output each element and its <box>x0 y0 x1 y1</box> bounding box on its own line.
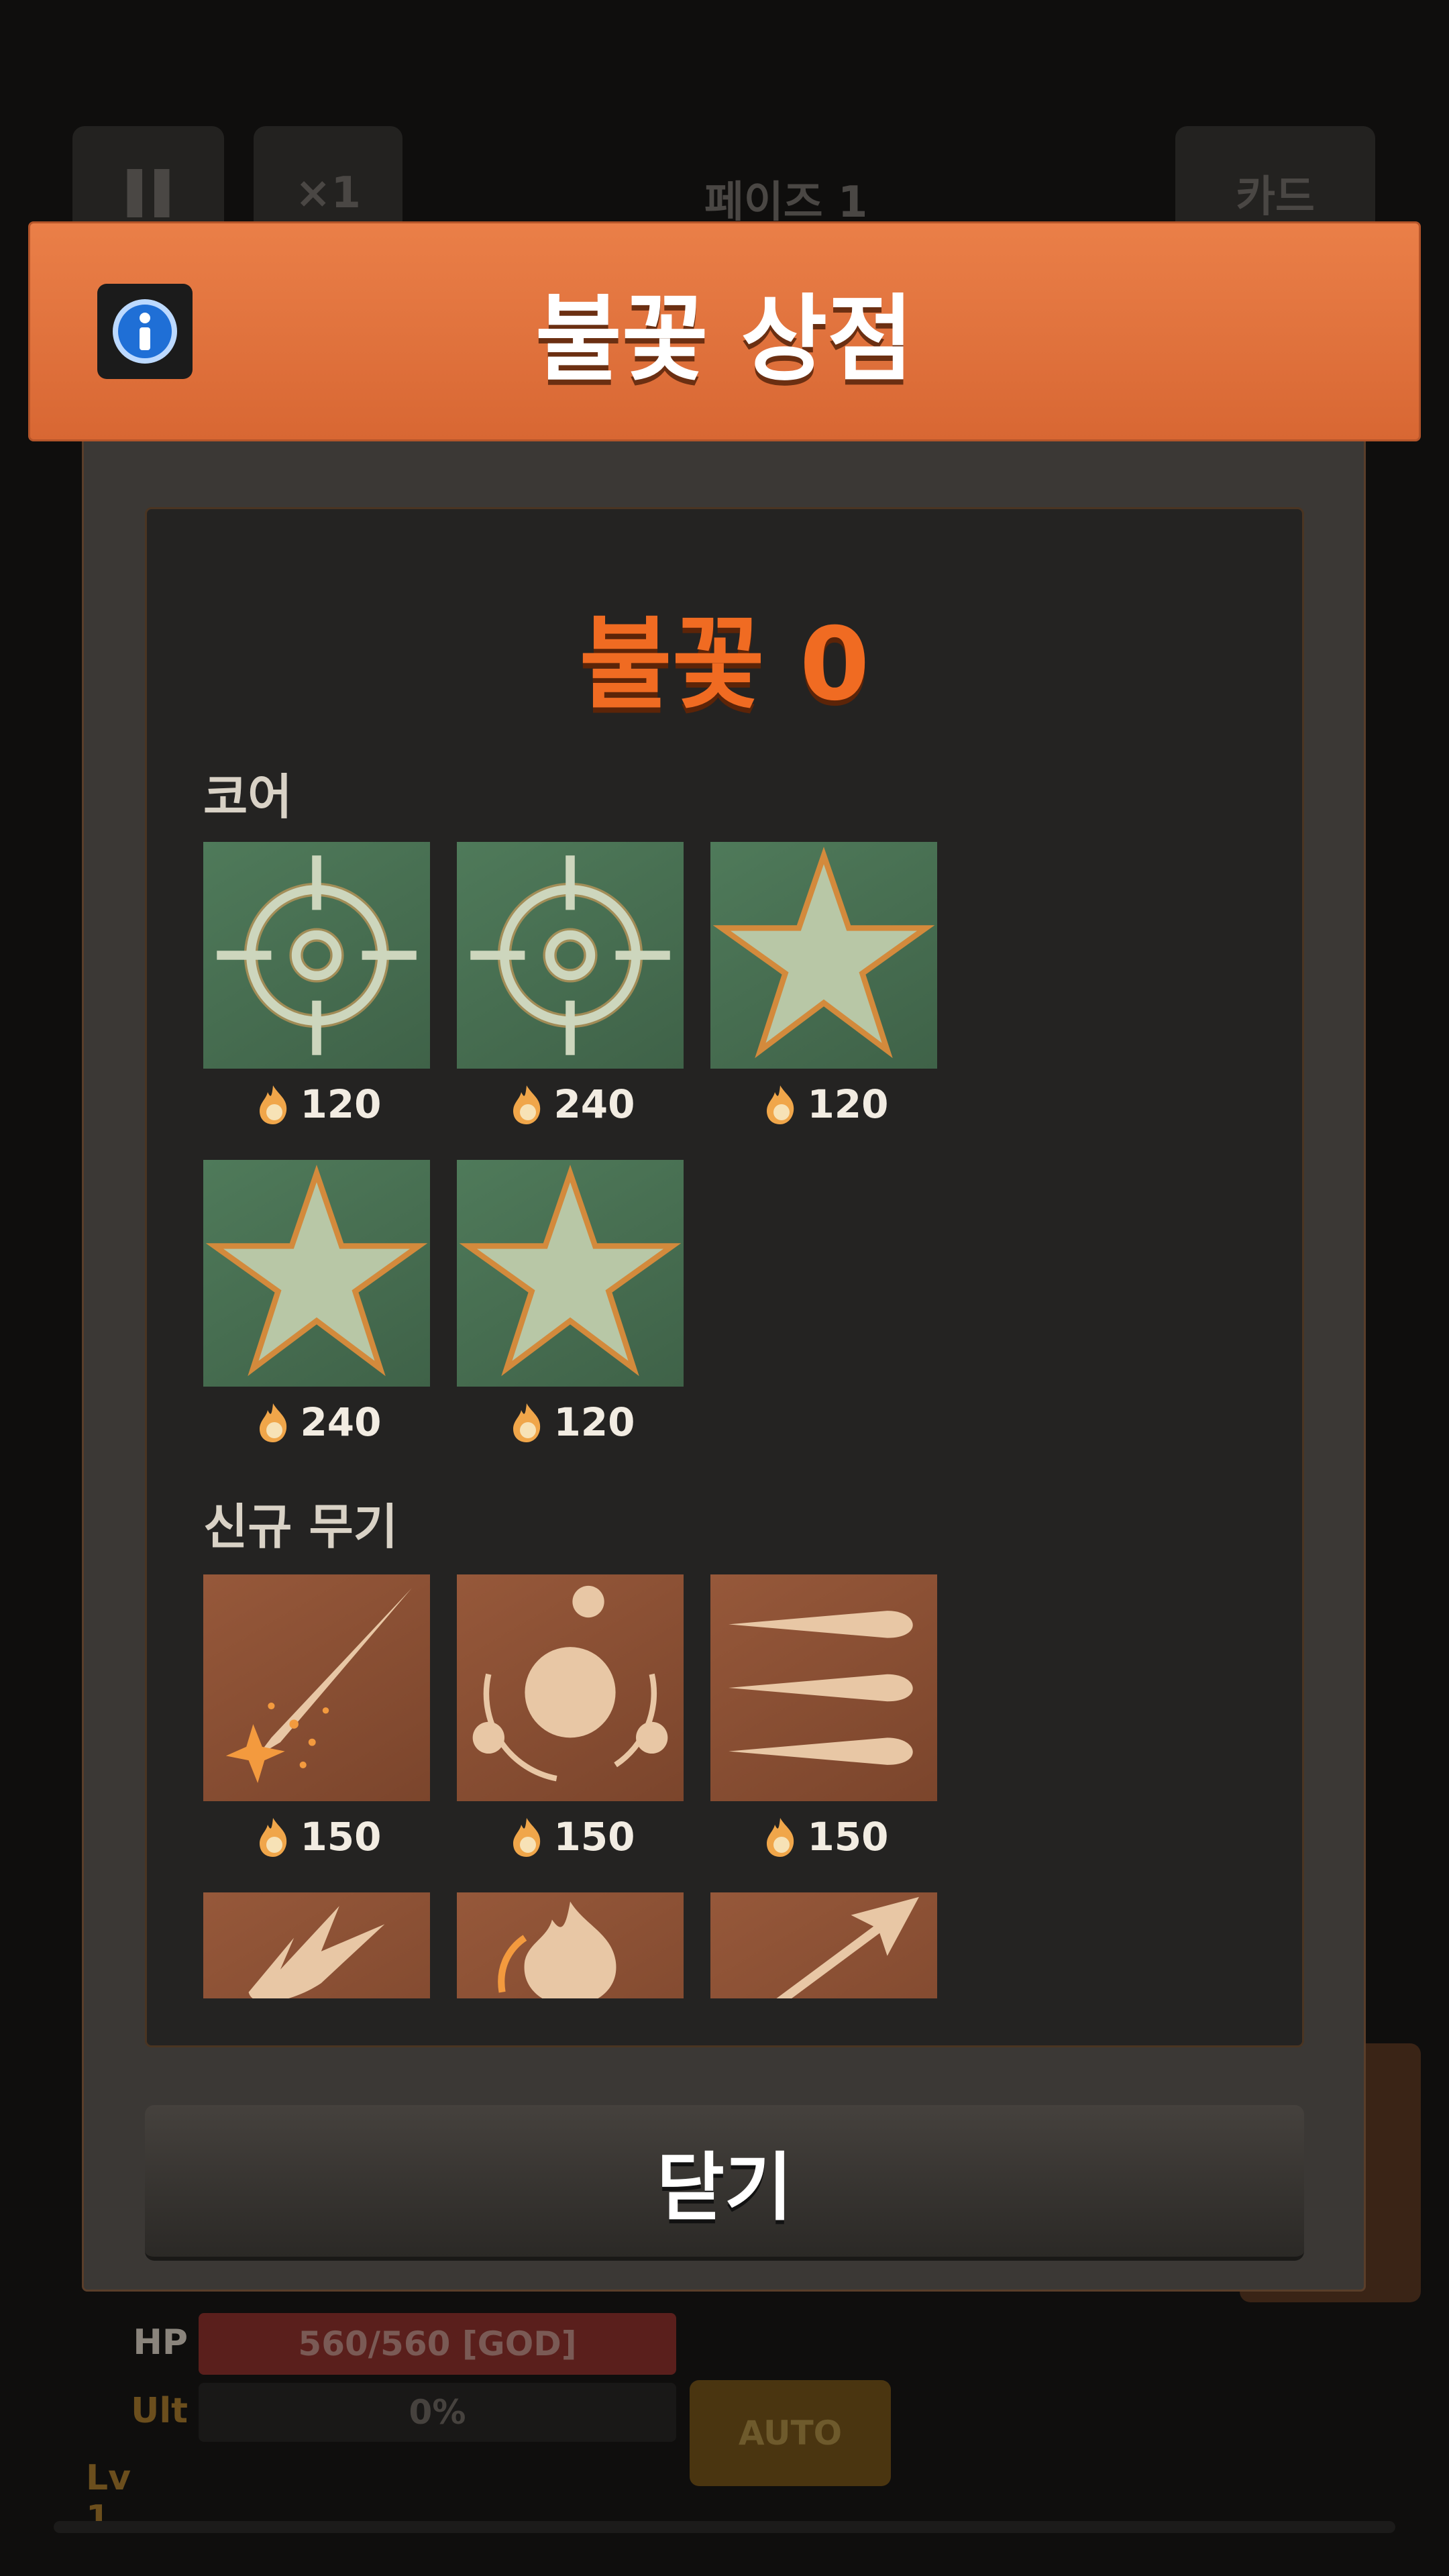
item-price: 240 <box>203 1399 430 1446</box>
currency-display: 불꽃 0 <box>147 583 1302 729</box>
shop-item[interactable]: 120 <box>203 842 430 1128</box>
item-tile <box>457 842 684 1069</box>
shop-item[interactable]: 150 <box>203 1574 430 1860</box>
item-tile <box>457 1574 684 1801</box>
item-price-value: 240 <box>300 1399 382 1445</box>
item-tile <box>710 1574 937 1801</box>
section-title-core: 코어 <box>203 769 292 825</box>
item-price: 150 <box>457 1813 684 1860</box>
item-tile <box>457 1160 684 1387</box>
item-price: 120 <box>203 1081 430 1128</box>
currency-label: 불꽃 <box>579 606 765 723</box>
section-title-new-weapons: 신규 무기 <box>203 1499 398 1555</box>
item-tile <box>203 842 430 1069</box>
item-price: 150 <box>203 1813 430 1860</box>
flame-currency-icon <box>513 1403 541 1442</box>
shop-item[interactable]: 240 <box>203 1160 430 1446</box>
item-price-value: 120 <box>807 1081 889 1127</box>
phase-label: 페이즈 1 <box>704 178 868 227</box>
crosshair-icon <box>470 855 670 1055</box>
ult-bar: 0% <box>199 2383 676 2442</box>
hp-label: HP <box>133 2322 188 2363</box>
flame-currency-icon <box>767 1085 794 1124</box>
currency-value: 0 <box>799 606 870 723</box>
speed-label: ×1 <box>294 168 362 218</box>
item-tile <box>203 1160 430 1387</box>
flame-currency-icon <box>767 1818 794 1857</box>
flame-currency-icon <box>260 1818 287 1857</box>
modal-title: 불꽃 상점 <box>535 285 914 394</box>
bottom-bar <box>54 2521 1395 2533</box>
shop-item[interactable]: 150 <box>457 1574 684 1860</box>
close-button[interactable]: 닫기 <box>145 2105 1304 2261</box>
triple-projectile-icon <box>729 1611 913 1765</box>
hp-bar: 560/560 [GOD] <box>199 2313 676 2375</box>
item-tile <box>710 842 937 1069</box>
star-icon <box>712 847 935 1059</box>
info-button[interactable] <box>97 284 193 379</box>
item-price-value: 240 <box>553 1081 635 1127</box>
hp-value: 560/560 [GOD] <box>298 2324 577 2363</box>
item-tile <box>203 1574 430 1801</box>
star-icon <box>205 1165 428 1377</box>
auto-label: AUTO <box>738 2414 843 2453</box>
pause-icon <box>127 169 170 217</box>
scroll-mask <box>147 1998 1302 2045</box>
crosshair-icon <box>217 855 417 1055</box>
shop-item[interactable]: 120 <box>457 1160 684 1446</box>
item-price-value: 120 <box>553 1399 635 1445</box>
orbit-orbs-icon <box>472 1585 668 1782</box>
flame-currency-icon <box>513 1818 541 1857</box>
flame-currency-icon <box>260 1085 287 1124</box>
item-price-value: 150 <box>807 1814 889 1860</box>
ult-label: Ult <box>131 2391 188 2431</box>
shop-panel: 불꽃 0 코어 120 240 120 240 120 신규 무기 150 15… <box>145 507 1304 2047</box>
card-label: 카드 <box>1236 172 1315 222</box>
shop-item[interactable]: 120 <box>710 842 937 1128</box>
item-price: 120 <box>710 1081 937 1128</box>
meteor-streak-icon <box>225 1588 412 1783</box>
info-icon <box>113 299 177 364</box>
ult-value: 0% <box>409 2393 466 2432</box>
close-label: 닫기 <box>656 2145 793 2231</box>
auto-button[interactable]: AUTO <box>690 2380 891 2486</box>
item-price: 120 <box>457 1399 684 1446</box>
shop-item[interactable]: 150 <box>710 1574 937 1860</box>
item-price-value: 150 <box>300 1814 382 1860</box>
item-price: 240 <box>457 1081 684 1128</box>
flame-currency-icon <box>513 1085 541 1124</box>
item-price-value: 120 <box>300 1081 382 1127</box>
modal-header: 불꽃 상점 <box>28 221 1421 441</box>
item-price: 150 <box>710 1813 937 1860</box>
item-price-value: 150 <box>553 1814 635 1860</box>
star-icon <box>459 1165 682 1377</box>
flame-currency-icon <box>260 1403 287 1442</box>
shop-item[interactable]: 240 <box>457 842 684 1128</box>
